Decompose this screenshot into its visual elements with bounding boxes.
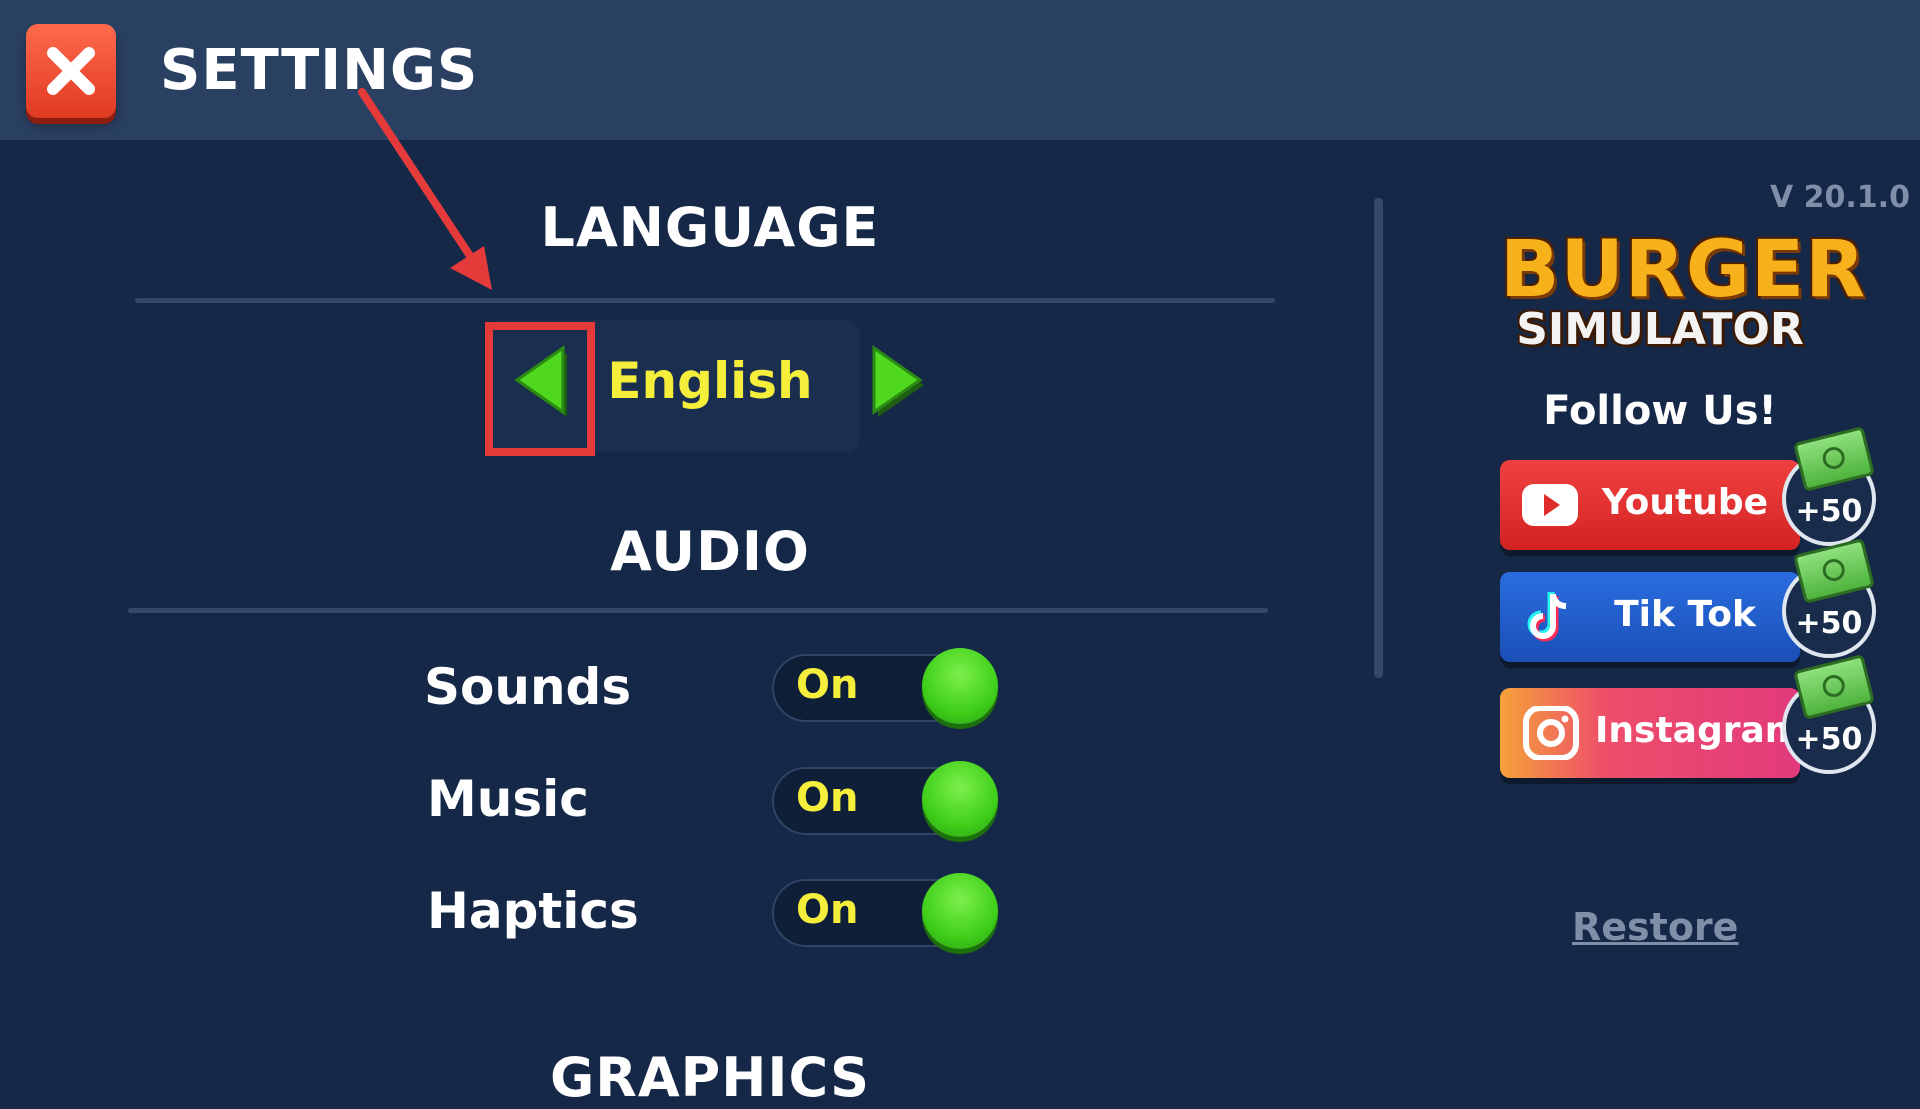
audio-section-title: AUDIO bbox=[610, 520, 810, 583]
tiktok-reward-amount: +50 bbox=[1795, 606, 1863, 641]
instagram-icon bbox=[1523, 706, 1579, 760]
tiktok-reward-badge: +50 bbox=[1782, 538, 1876, 658]
cash-icon bbox=[1793, 538, 1875, 604]
logo-text-burger: BURGER bbox=[1500, 225, 1867, 315]
language-section-title: LANGUAGE bbox=[540, 196, 880, 259]
tiktok-icon bbox=[1527, 592, 1567, 642]
haptics-toggle-knob bbox=[922, 873, 998, 949]
cash-icon bbox=[1793, 654, 1875, 720]
arrow-right-icon bbox=[872, 345, 924, 417]
instagram-reward-amount: +50 bbox=[1795, 722, 1863, 757]
vertical-divider bbox=[1374, 198, 1383, 678]
youtube-reward-badge: +50 bbox=[1782, 426, 1876, 546]
youtube-label: Youtube bbox=[1601, 482, 1769, 523]
language-next-button[interactable] bbox=[862, 340, 932, 420]
music-label: Music bbox=[427, 770, 589, 828]
game-logo: BURGER SIMULATOR bbox=[1500, 225, 1867, 365]
close-button[interactable] bbox=[26, 24, 116, 118]
haptics-toggle[interactable]: On bbox=[772, 873, 998, 949]
tiktok-label: Tik Tok bbox=[1614, 594, 1756, 635]
version-label: V 20.1.0 bbox=[1770, 180, 1910, 215]
logo-text-simulator: SIMULATOR bbox=[1516, 304, 1804, 355]
instagram-reward-badge: +50 bbox=[1782, 654, 1876, 774]
cash-icon bbox=[1793, 426, 1875, 492]
close-x-icon bbox=[47, 47, 95, 95]
music-toggle[interactable]: On bbox=[772, 761, 998, 837]
sounds-toggle[interactable]: On bbox=[772, 648, 998, 724]
tiktok-button[interactable]: Tik Tok bbox=[1500, 572, 1800, 662]
sounds-label: Sounds bbox=[424, 658, 632, 716]
youtube-button[interactable]: Youtube bbox=[1500, 460, 1800, 550]
audio-divider bbox=[128, 608, 1268, 613]
youtube-reward-amount: +50 bbox=[1795, 494, 1863, 529]
follow-us-title: Follow Us! bbox=[1543, 388, 1777, 434]
haptics-label: Haptics bbox=[427, 882, 639, 940]
language-divider bbox=[135, 298, 1275, 303]
youtube-icon bbox=[1522, 484, 1578, 526]
graphics-section-title: GRAPHICS bbox=[549, 1046, 871, 1109]
page-title: SETTINGS bbox=[160, 38, 479, 103]
language-value: English bbox=[607, 352, 813, 410]
sounds-toggle-state: On bbox=[796, 662, 859, 708]
haptics-toggle-state: On bbox=[796, 887, 859, 933]
restore-link[interactable]: Restore bbox=[1572, 905, 1738, 949]
music-toggle-state: On bbox=[796, 775, 859, 821]
highlight-box bbox=[485, 322, 595, 456]
sounds-toggle-knob bbox=[922, 648, 998, 724]
music-toggle-knob bbox=[922, 761, 998, 837]
instagram-label: Instagram bbox=[1595, 710, 1803, 751]
instagram-button[interactable]: Instagram bbox=[1500, 688, 1803, 778]
